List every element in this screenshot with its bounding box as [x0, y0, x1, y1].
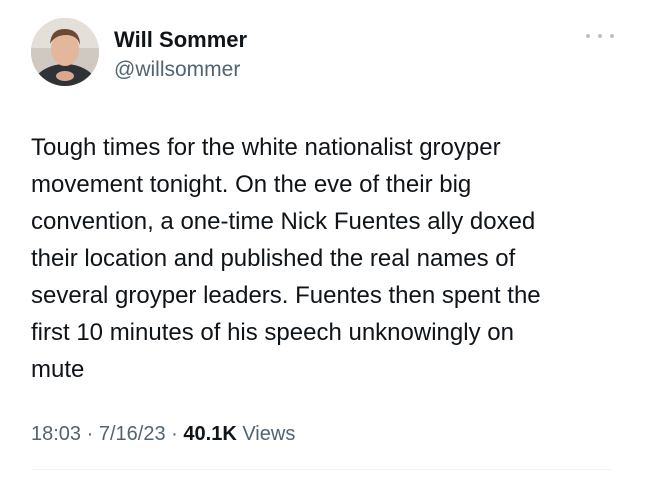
tweet-text-line: first 10 minutes of his speech unknowing… — [31, 319, 514, 346]
tweet-text-line: movement tonight. On the eve of their bi… — [31, 171, 472, 198]
dot — [586, 34, 590, 38]
author-handle[interactable]: @willsommer — [114, 58, 240, 82]
tweet-text-line: their location and published the real na… — [31, 245, 516, 272]
tweet-text-line: convention, a one-time Nick Fuentes ally… — [31, 208, 536, 235]
author-avatar[interactable] — [31, 18, 99, 86]
dot — [598, 34, 602, 38]
divider — [31, 469, 613, 470]
meta-separator: · — [86, 423, 94, 445]
meta-separator: · — [171, 423, 178, 445]
more-horizontal-icon[interactable] — [586, 30, 614, 42]
tweet-meta: 18:03 · 7/16/23 · 40.1K Views — [31, 423, 295, 446]
tweet-time[interactable]: 18:03 — [31, 423, 81, 445]
author-name[interactable]: Will Sommer — [114, 27, 247, 53]
tweet-text: Tough times for the white nationalist gr… — [31, 129, 621, 388]
tweet-card: Will Sommer @willsommer Tough times for … — [0, 0, 645, 477]
avatar-photo — [31, 18, 99, 86]
tweet-date[interactable]: 7/16/23 — [99, 423, 166, 445]
tweet-text-line: several groyper leaders. Fuentes then sp… — [31, 282, 541, 309]
tweet-text-line: Tough times for the white nationalist gr… — [31, 134, 501, 161]
views-label: Views — [242, 423, 296, 445]
dot — [610, 34, 614, 38]
views-count[interactable]: 40.1K — [183, 423, 236, 445]
tweet-text-line: mute — [31, 356, 85, 383]
